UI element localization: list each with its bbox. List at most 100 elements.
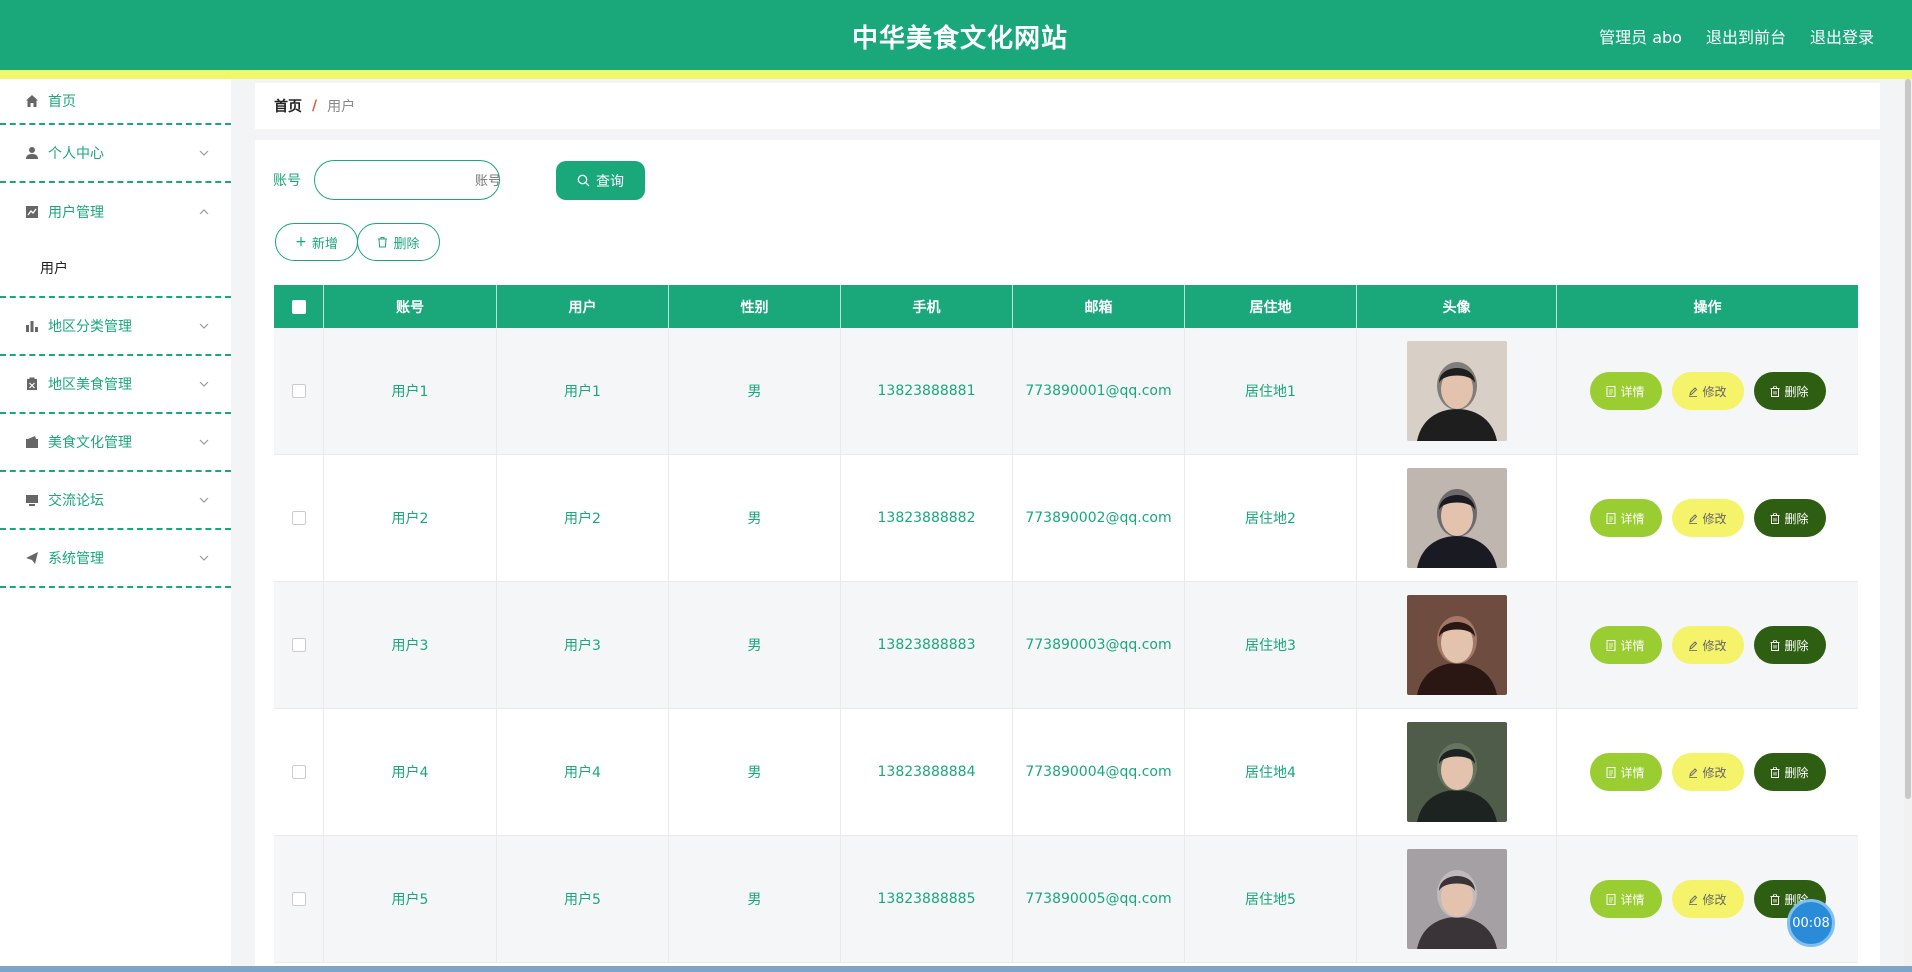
bar-chart-icon bbox=[24, 318, 40, 334]
edit-button[interactable]: 修改 bbox=[1671, 372, 1744, 410]
edit-button[interactable]: 修改 bbox=[1671, 753, 1744, 791]
avatar[interactable] bbox=[1406, 722, 1507, 822]
document-icon bbox=[1606, 385, 1616, 397]
operations-cell: 详情 修改 删除 bbox=[1557, 709, 1858, 835]
detail-button[interactable]: 详情 bbox=[1589, 372, 1662, 410]
gender-cell: 男 bbox=[669, 709, 841, 835]
sidebar-item-label: 地区美食管理 bbox=[48, 377, 132, 393]
table-row[interactable]: 用户3 用户3 男 13823888883 773890003@qq.com 居… bbox=[274, 582, 1858, 709]
column-header: 账号 bbox=[324, 285, 497, 328]
detail-button[interactable]: 详情 bbox=[1589, 626, 1662, 664]
row-checkbox[interactable] bbox=[291, 384, 306, 398]
gender-cell: 男 bbox=[669, 582, 841, 708]
home-icon bbox=[24, 93, 40, 109]
monitor-icon bbox=[24, 492, 40, 508]
sidebar-item-user-management[interactable]: 用户管理 bbox=[0, 183, 231, 240]
row-checkbox[interactable] bbox=[291, 511, 306, 525]
phone-cell: 13823888885 bbox=[841, 836, 1013, 962]
row-checkbox[interactable] bbox=[291, 892, 306, 906]
search-box[interactable] bbox=[314, 160, 531, 200]
document-icon bbox=[1606, 893, 1616, 905]
residence-cell: 居住地5 bbox=[1185, 836, 1357, 962]
sidebar-item-system[interactable]: 系统管理 bbox=[0, 530, 231, 588]
avatar[interactable] bbox=[1406, 468, 1507, 568]
query-button-label: 查询 bbox=[596, 173, 624, 190]
header-stripe bbox=[0, 70, 1912, 79]
chevron-down-icon bbox=[199, 381, 209, 387]
page-scrollbar[interactable] bbox=[1904, 79, 1912, 972]
exit-to-front-link[interactable]: 退出到前台 bbox=[1706, 24, 1786, 48]
edit-button[interactable]: 修改 bbox=[1671, 499, 1744, 537]
sidebar-item-label: 交流论坛 bbox=[48, 493, 104, 509]
user-cell: 用户3 bbox=[497, 582, 669, 708]
sidebar-item-home[interactable]: 首页 bbox=[0, 79, 231, 125]
breadcrumb-home[interactable]: 首页 bbox=[274, 96, 302, 116]
avatar[interactable] bbox=[1406, 341, 1507, 441]
delete-row-button[interactable]: 删除 bbox=[1753, 753, 1826, 791]
row-checkbox[interactable] bbox=[291, 765, 306, 779]
logout-link[interactable]: 退出登录 bbox=[1810, 24, 1874, 48]
table-row[interactable]: 用户5 用户5 男 13823888885 773890005@qq.com 居… bbox=[274, 836, 1858, 963]
sidebar-subitem-user[interactable]: 用户 bbox=[0, 240, 231, 298]
select-all-cell bbox=[274, 285, 324, 328]
trash-icon bbox=[1770, 385, 1780, 397]
account-cell: 用户2 bbox=[324, 455, 497, 581]
timer-badge: 00:08 bbox=[1787, 899, 1835, 947]
edit-button[interactable]: 修改 bbox=[1671, 626, 1744, 664]
user-icon bbox=[24, 145, 40, 161]
batch-delete-button[interactable]: 删除 bbox=[357, 223, 440, 261]
email-cell: 773890002@qq.com bbox=[1013, 455, 1185, 581]
chevron-down-icon bbox=[199, 150, 209, 156]
detail-button[interactable]: 详情 bbox=[1589, 753, 1662, 791]
gender-cell: 男 bbox=[669, 836, 841, 962]
row-select-cell bbox=[274, 328, 324, 454]
search-icon bbox=[577, 174, 590, 187]
phone-cell: 13823888884 bbox=[841, 709, 1013, 835]
table-row[interactable]: 用户1 用户1 男 13823888881 773890001@qq.com 居… bbox=[274, 328, 1858, 455]
chevron-down-icon bbox=[199, 323, 209, 329]
clipboard-icon bbox=[24, 376, 40, 392]
column-header: 邮箱 bbox=[1013, 285, 1185, 328]
avatar-cell bbox=[1357, 582, 1557, 708]
sidebar-item-label: 用户管理 bbox=[48, 204, 104, 221]
edit-button-label: 修改 bbox=[1702, 765, 1727, 780]
avatar[interactable] bbox=[1406, 849, 1507, 949]
sidebar-item-forum[interactable]: 交流论坛 bbox=[0, 472, 231, 530]
row-checkbox[interactable] bbox=[291, 638, 306, 652]
sidebar-item-personal-center[interactable]: 个人中心 bbox=[0, 125, 231, 183]
column-header: 性别 bbox=[669, 285, 841, 328]
table-row[interactable]: 用户4 用户4 男 13823888884 773890004@qq.com 居… bbox=[274, 709, 1858, 836]
account-search-input[interactable] bbox=[325, 172, 531, 188]
sidebar-item-food-culture[interactable]: 美食文化管理 bbox=[0, 414, 231, 472]
row-select-cell bbox=[274, 709, 324, 835]
account-cell: 用户4 bbox=[324, 709, 497, 835]
detail-button[interactable]: 详情 bbox=[1589, 880, 1662, 918]
avatar[interactable] bbox=[1406, 595, 1507, 695]
query-button[interactable]: 查询 bbox=[556, 161, 645, 200]
edit-button[interactable]: 修改 bbox=[1671, 880, 1744, 918]
scroll-thumb[interactable] bbox=[1905, 79, 1911, 799]
select-all-checkbox[interactable] bbox=[291, 299, 306, 314]
trash-icon bbox=[1770, 893, 1780, 905]
detail-button[interactable]: 详情 bbox=[1589, 499, 1662, 537]
residence-cell: 居住地3 bbox=[1185, 582, 1357, 708]
column-header: 手机 bbox=[841, 285, 1013, 328]
chevron-down-icon bbox=[199, 497, 209, 503]
table-row[interactable]: 用户2 用户2 男 13823888882 773890002@qq.com 居… bbox=[274, 455, 1858, 582]
sidebar-item-region-category[interactable]: 地区分类管理 bbox=[0, 298, 231, 356]
delete-row-button-label: 删除 bbox=[1784, 765, 1809, 780]
sidebar-item-region-food[interactable]: 地区美食管理 bbox=[0, 356, 231, 414]
row-select-cell bbox=[274, 836, 324, 962]
breadcrumb-separator: / bbox=[312, 98, 318, 114]
sidebar-item-label: 美食文化管理 bbox=[48, 435, 132, 451]
detail-button-label: 详情 bbox=[1620, 638, 1645, 653]
user-cell: 用户1 bbox=[497, 328, 669, 454]
user-cell: 用户2 bbox=[497, 455, 669, 581]
add-button[interactable]: + 新增 bbox=[275, 223, 358, 261]
delete-row-button[interactable]: 删除 bbox=[1753, 499, 1826, 537]
email-cell: 773890005@qq.com bbox=[1013, 836, 1185, 962]
delete-row-button[interactable]: 删除 bbox=[1753, 372, 1826, 410]
avatar-cell bbox=[1357, 836, 1557, 962]
plus-icon: + bbox=[295, 234, 307, 250]
delete-row-button[interactable]: 删除 bbox=[1753, 626, 1826, 664]
